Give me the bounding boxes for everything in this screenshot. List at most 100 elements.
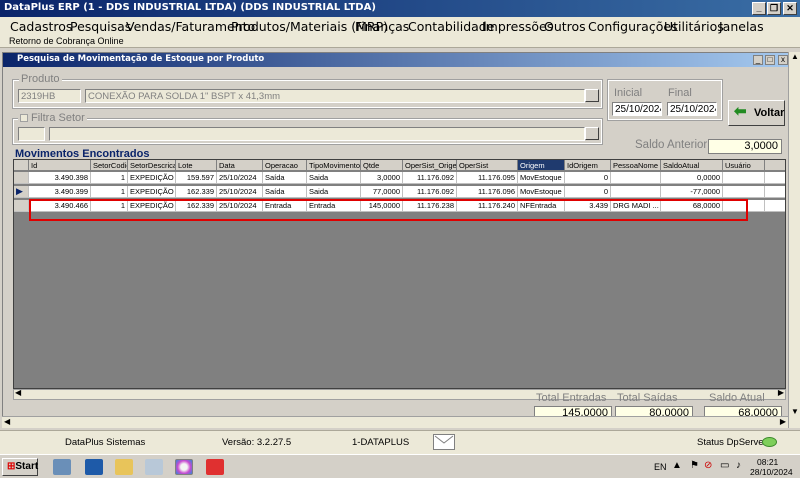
grid-cell[interactable]: 11.176.095	[457, 172, 518, 184]
retorno-cobranca-link[interactable]: Retorno de Cobrança Online	[9, 36, 124, 46]
inner-close-button[interactable]: x	[778, 55, 788, 65]
movimentos-grid[interactable]: IdSetorCodigoSetorDescricaoLoteDataOpera…	[13, 159, 786, 389]
grid-cell[interactable]: 0	[565, 172, 611, 184]
voltar-button[interactable]: ⬅ Voltar	[728, 100, 785, 126]
close-button[interactable]: ✕	[783, 2, 797, 15]
grid-cell[interactable]: 0	[565, 186, 611, 198]
grid-cell[interactable]: 25/10/2024	[217, 172, 263, 184]
inner-minimize-button[interactable]: _	[753, 55, 763, 65]
inner-restore-button[interactable]: □	[765, 55, 775, 65]
grid-header-origem[interactable]: Origem	[518, 160, 565, 171]
grid-cell[interactable]: EXPEDIÇÃO	[128, 186, 176, 198]
menu-cadastros[interactable]: Cadastros	[10, 19, 72, 34]
row-indicator[interactable]	[14, 200, 29, 212]
grid-header-data[interactable]: Data	[217, 160, 263, 171]
grid-header-indicator	[14, 160, 29, 171]
grid-cell[interactable]: 11.176.096	[457, 186, 518, 198]
clock-time[interactable]: 08:21	[757, 457, 778, 467]
menu-financas[interactable]: Finanças	[355, 19, 409, 34]
grid-header-lote[interactable]: Lote	[176, 160, 217, 171]
main-scroll-up-icon[interactable]: ▲	[791, 52, 799, 61]
grid-header-id[interactable]: Id	[29, 160, 91, 171]
tray-network-icon[interactable]: ⊘	[704, 460, 712, 471]
tray-arrow-icon[interactable]: ▲	[672, 460, 682, 471]
grid-header-opersist[interactable]: OperSist	[457, 160, 518, 171]
grid-cell[interactable]: 1	[91, 186, 128, 198]
grid-cell[interactable]: 0,0000	[661, 172, 723, 184]
grid-header-setordescricao[interactable]: SetorDescricao	[128, 160, 176, 171]
network-icon[interactable]	[145, 459, 163, 475]
grid-cell[interactable]	[723, 172, 765, 184]
final-date-field[interactable]: 25/10/2024	[667, 102, 717, 116]
menu-pesquisas[interactable]: Pesquisas	[70, 19, 131, 34]
grid-cell[interactable]: 11.176.092	[403, 186, 457, 198]
mail-icon[interactable]	[433, 434, 455, 450]
grid-header-usu-rio[interactable]: Usuário	[723, 160, 765, 171]
menu-outros[interactable]: Outros	[544, 19, 586, 34]
inicial-date-field[interactable]: 25/10/2024	[612, 102, 662, 116]
grid-header-opersist-origem[interactable]: OperSist_Origem	[403, 160, 457, 171]
grid-cell[interactable]: 25/10/2024	[217, 186, 263, 198]
grid-cell[interactable]: -77,0000	[661, 186, 723, 198]
grid-cell[interactable]: 3.490.398	[29, 172, 91, 184]
main-scroll-right-icon[interactable]: ▶	[780, 417, 786, 426]
setor-lookup-button[interactable]	[585, 127, 599, 140]
filtra-setor-checkbox-wrap[interactable]: Filtra Setor	[18, 112, 87, 124]
filtra-setor-checkbox[interactable]	[20, 114, 28, 123]
menu-impressoes[interactable]: Impressões	[482, 19, 553, 34]
grid-cell[interactable]: 11.176.092	[403, 172, 457, 184]
main-vscrollbar[interactable]: ▲ ▼	[788, 52, 800, 428]
grid-cell[interactable]: Saída	[263, 172, 307, 184]
grid-cell[interactable]	[723, 186, 765, 198]
current-row-indicator-icon[interactable]: ▶	[14, 186, 29, 198]
row-indicator[interactable]	[14, 172, 29, 184]
grid-header-idorigem[interactable]: IdOrigem	[565, 160, 611, 171]
grid-header-tipomovimento[interactable]: TipoMovimento	[307, 160, 361, 171]
grid-cell[interactable]: 77,0000	[361, 186, 403, 198]
grid-cell[interactable]: MovEstoque	[518, 172, 565, 184]
grid-cell[interactable]: 1	[91, 172, 128, 184]
grid-header-pessoanome[interactable]: PessoaNome	[611, 160, 661, 171]
grid-header-operacao[interactable]: Operacao	[263, 160, 307, 171]
dataplus-app-icon[interactable]	[206, 459, 224, 475]
scroll-right-icon[interactable]: ▶	[778, 388, 784, 397]
produto-code-field[interactable]: 2319HB	[18, 89, 81, 103]
grid-cell[interactable]: EXPEDIÇÃO	[128, 172, 176, 184]
grid-header-saldoatual[interactable]: SaldoAtual	[661, 160, 723, 171]
start-button[interactable]: ⊞Start	[2, 458, 38, 476]
grid-cell[interactable]: Saida	[307, 186, 361, 198]
grid-cell[interactable]: MovEstoque	[518, 186, 565, 198]
grid-cell[interactable]	[611, 186, 661, 198]
grid-cell[interactable]: 3,0000	[361, 172, 403, 184]
grid-cell[interactable]	[611, 172, 661, 184]
grid-cell[interactable]: Saída	[263, 186, 307, 198]
grid-cell[interactable]: 162.339	[176, 186, 217, 198]
status-server: Status DpServer	[697, 437, 767, 448]
produto-desc-field[interactable]: CONEXÃO PARA SOLDA 1" BSPT x 41,3mm	[85, 89, 585, 103]
server-manager-icon[interactable]	[53, 459, 71, 475]
tray-flag-icon[interactable]: ⚑	[690, 460, 699, 471]
grid-cell[interactable]: 3.490.399	[29, 186, 91, 198]
main-hscrollbar[interactable]: ◀ ▶	[2, 416, 788, 428]
powershell-icon[interactable]	[85, 459, 103, 475]
minimize-button[interactable]: _	[752, 2, 766, 15]
setor-desc-field[interactable]	[49, 127, 585, 141]
menu-janelas[interactable]: Janelas	[719, 19, 764, 34]
grid-cell[interactable]: Saida	[307, 172, 361, 184]
maximize-button[interactable]: ❐	[767, 2, 781, 15]
menu-utilitarios[interactable]: Utilitários	[664, 19, 724, 34]
grid-header-setorcodigo[interactable]: SetorCodigo	[91, 160, 128, 171]
language-indicator[interactable]: EN	[654, 462, 667, 472]
clock-date[interactable]: 28/10/2024	[750, 467, 793, 477]
browser-icon[interactable]	[175, 459, 193, 475]
scroll-left-icon[interactable]: ◀	[15, 388, 21, 397]
grid-header-qtde[interactable]: Qtde	[361, 160, 403, 171]
tray-volume-icon[interactable]: ♪	[736, 460, 741, 471]
produto-lookup-button[interactable]	[585, 89, 599, 102]
tray-display-icon[interactable]: ▭	[720, 460, 729, 471]
main-scroll-down-icon[interactable]: ▼	[791, 407, 799, 416]
explorer-icon[interactable]	[115, 459, 133, 475]
setor-code-field[interactable]	[18, 127, 45, 141]
main-scroll-left-icon[interactable]: ◀	[4, 417, 10, 426]
grid-cell[interactable]: 159.597	[176, 172, 217, 184]
